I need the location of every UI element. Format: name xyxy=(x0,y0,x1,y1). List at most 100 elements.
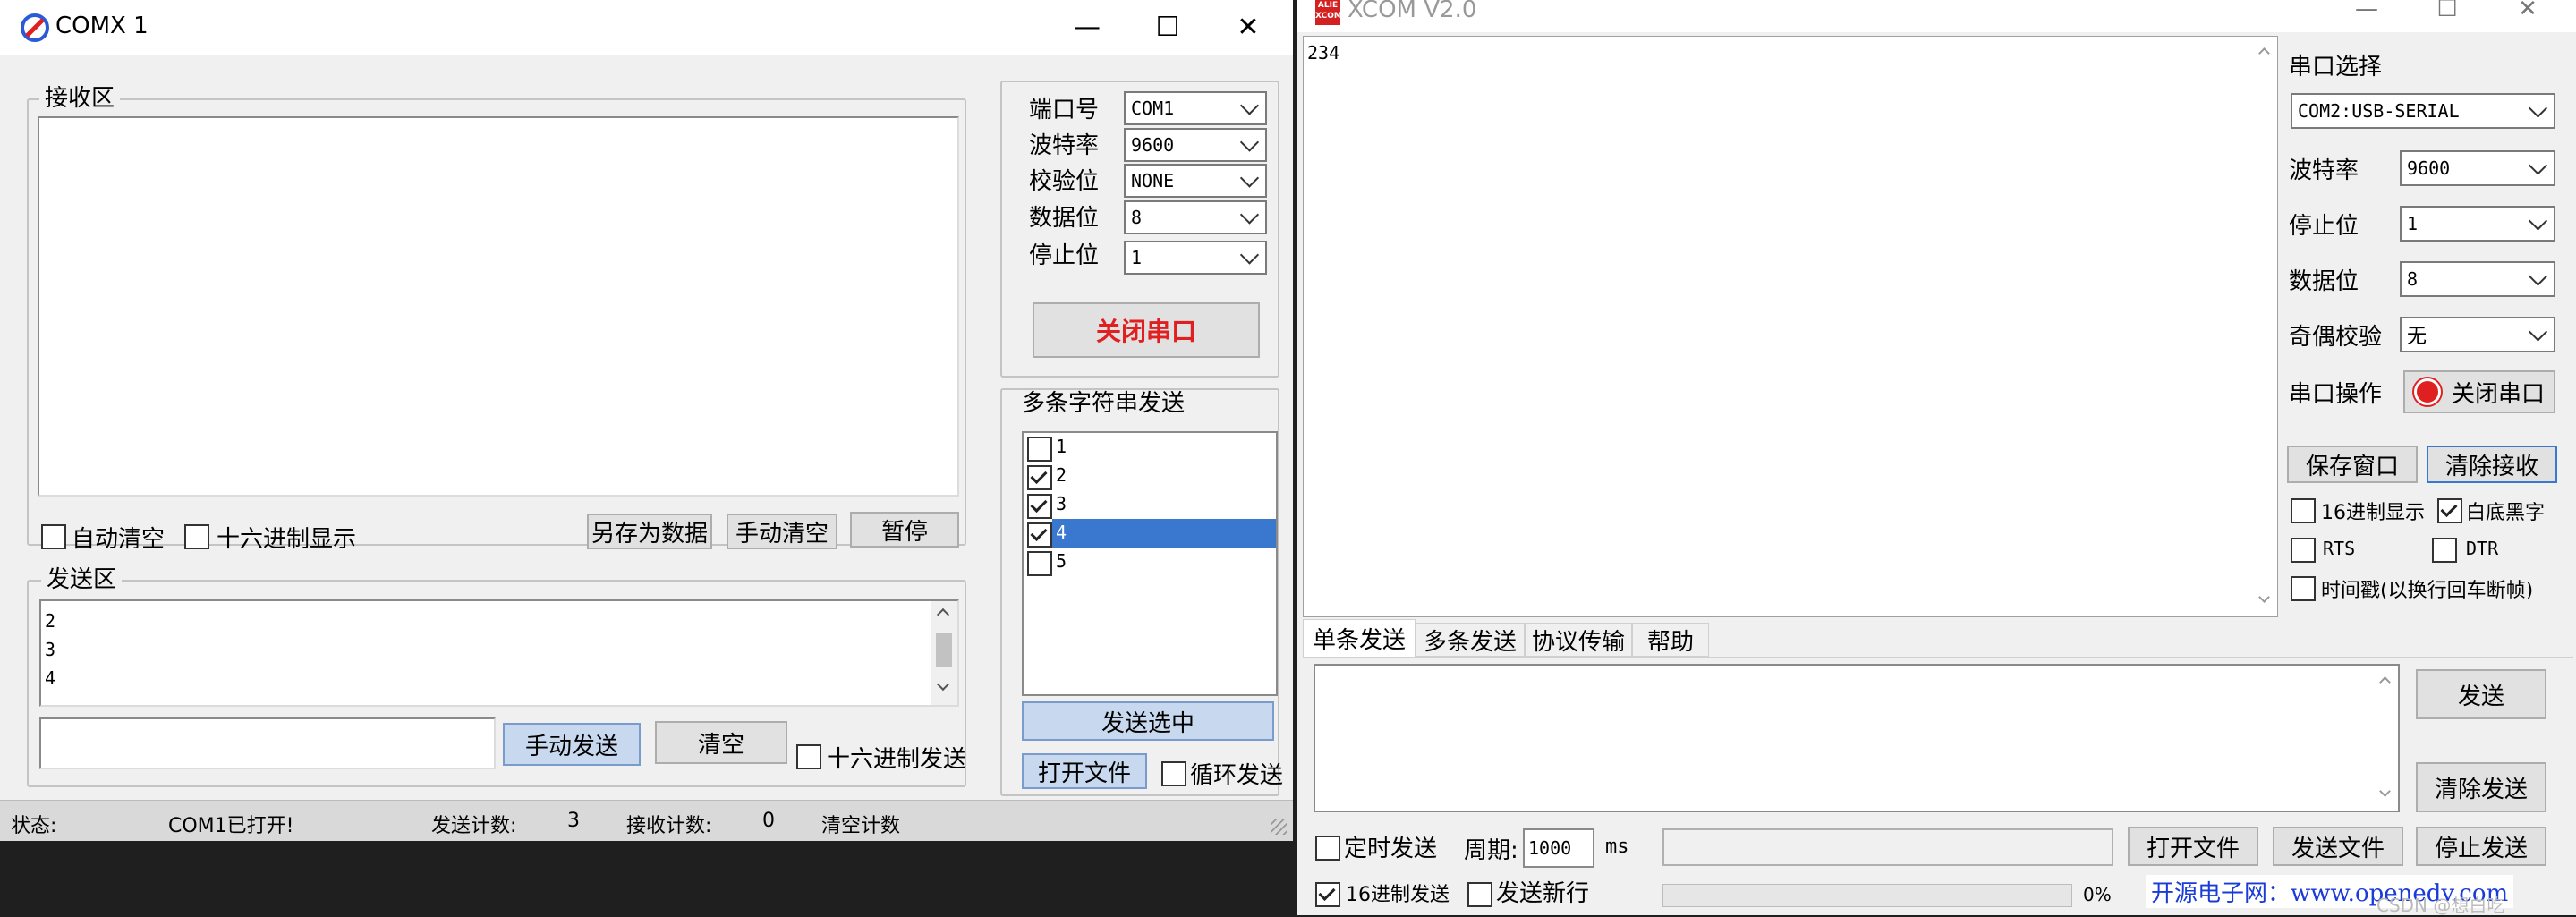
hex-send-checkbox[interactable] xyxy=(796,744,821,769)
timed-send-checkbox[interactable] xyxy=(1315,836,1340,861)
item-checkbox[interactable] xyxy=(1027,551,1052,576)
scroll-thumb[interactable] xyxy=(936,633,952,667)
white-black-label: 白底黑字 xyxy=(2466,502,2546,524)
rts-label: RTS xyxy=(2323,538,2356,559)
close-button[interactable]: ✕ xyxy=(2496,0,2559,25)
list-item[interactable]: 3 xyxy=(1024,490,1276,519)
status-label: 状态: xyxy=(11,815,57,837)
databits-label: 数据位 xyxy=(1029,205,1100,232)
scroll-up-icon[interactable] xyxy=(2379,676,2391,688)
port-label: 端口号 xyxy=(1029,97,1100,123)
open-file-button[interactable]: 打开文件 xyxy=(2128,827,2258,866)
period-unit: ms xyxy=(1605,836,1629,858)
send-textarea[interactable]: 2 3 4 xyxy=(39,599,959,707)
loop-send-checkbox[interactable] xyxy=(1161,761,1186,786)
scroll-down-icon[interactable] xyxy=(936,677,950,692)
close-port-button[interactable]: 关闭串口 xyxy=(1033,302,1260,358)
manual-send-input[interactable] xyxy=(39,717,496,769)
period-input[interactable]: 1000 xyxy=(1523,828,1594,868)
send-line: 2 xyxy=(45,610,56,632)
multi-send-list[interactable]: 1 2 3 4 5 xyxy=(1022,431,1278,696)
maximize-button[interactable]: ☐ xyxy=(2416,0,2478,25)
stopbits-select[interactable]: 1 xyxy=(1124,241,1267,275)
item-checkbox[interactable] xyxy=(1027,494,1052,519)
minimize-button[interactable]: — xyxy=(1056,7,1118,47)
clear-count-button[interactable]: 清空计数 xyxy=(821,810,900,838)
send-scrollbar[interactable] xyxy=(931,601,957,705)
tab-help[interactable]: 帮助 xyxy=(1632,623,1709,657)
send-group-label: 发送区 xyxy=(41,566,123,593)
list-item[interactable]: 5 xyxy=(1024,548,1276,576)
stopbits-label: 停止位 xyxy=(1029,242,1100,269)
save-window-button[interactable]: 保存窗口 xyxy=(2287,446,2418,483)
list-item[interactable]: 1 xyxy=(1024,433,1276,462)
auto-clear-checkbox[interactable] xyxy=(41,524,66,549)
minimize-button[interactable]: — xyxy=(2335,0,2398,25)
manual-send-button[interactable]: 手动发送 xyxy=(503,723,641,766)
databits-value: 8 xyxy=(2407,268,2419,290)
port-select[interactable]: COM1 xyxy=(1124,91,1267,125)
baud-select[interactable]: 9600 xyxy=(1124,128,1267,162)
xcom-send-textarea[interactable] xyxy=(1314,664,2400,812)
tab-protocol[interactable]: 协议传输 xyxy=(1525,623,1632,657)
parity-select[interactable]: 无 xyxy=(2400,317,2555,352)
xcom-window: ALIE XCOM XCOM V2.0 — ☐ ✕ 234 串口选择 COM2:… xyxy=(1297,0,2576,916)
status-bar: 状态: COM1已打开! 发送计数: 3 接收计数: 0 清空计数 xyxy=(0,800,1293,841)
xcom-receive-area[interactable]: 234 xyxy=(1303,36,2278,617)
list-item[interactable]: 2 xyxy=(1024,462,1276,490)
pause-button[interactable]: 暂停 xyxy=(850,512,959,548)
tab-single-send[interactable]: 单条发送 xyxy=(1303,619,1416,657)
save-as-data-button[interactable]: 另存为数据 xyxy=(587,514,712,549)
databits-select[interactable]: 8 xyxy=(2400,261,2555,297)
stopbits-select[interactable]: 1 xyxy=(2400,206,2555,242)
xcom-close-port-button[interactable]: 关闭串口 xyxy=(2403,370,2555,413)
send-file-button[interactable]: 发送文件 xyxy=(2273,827,2403,866)
close-port-label: 关闭串口 xyxy=(2452,380,2546,408)
timed-send-label: 定时发送 xyxy=(1344,836,1438,862)
file-path-input[interactable] xyxy=(1662,828,2113,866)
parity-value: 无 xyxy=(2407,326,2427,348)
list-item-selected[interactable]: 4 xyxy=(1024,519,1276,548)
stop-send-button[interactable]: 停止发送 xyxy=(2416,827,2546,866)
dtr-checkbox[interactable] xyxy=(2432,538,2457,563)
xcom-titlebar[interactable]: ALIE XCOM XCOM V2.0 — ☐ ✕ xyxy=(1297,0,2576,32)
open-file-button[interactable]: 打开文件 xyxy=(1022,753,1147,789)
close-button[interactable]: ✕ xyxy=(1217,7,1279,47)
maximize-button[interactable]: ☐ xyxy=(1136,7,1199,47)
receive-scrollbar[interactable] xyxy=(2252,37,2277,616)
send-line: 3 xyxy=(45,639,56,660)
port-select[interactable]: COM2:USB-SERIAL xyxy=(2291,93,2555,129)
port-select-label: 串口选择 xyxy=(2289,54,2383,81)
baud-select[interactable]: 9600 xyxy=(2400,150,2555,186)
chevron-down-icon xyxy=(1239,132,1260,152)
send-button[interactable]: 发送 xyxy=(2416,669,2546,719)
parity-select[interactable]: NONE xyxy=(1124,164,1267,198)
clear-receive-button[interactable]: 清除接收 xyxy=(2427,446,2557,483)
timestamp-checkbox[interactable] xyxy=(2291,576,2316,601)
item-checkbox[interactable] xyxy=(1027,522,1052,548)
rts-checkbox[interactable] xyxy=(2291,538,2316,563)
send-newline-checkbox[interactable] xyxy=(1467,882,1492,907)
receive-textarea[interactable] xyxy=(38,116,959,497)
manual-clear-button[interactable]: 手动清空 xyxy=(727,514,837,549)
hex-display-checkbox[interactable] xyxy=(184,524,209,549)
clear-send-button[interactable]: 清除发送 xyxy=(2416,762,2546,812)
databits-select[interactable]: 8 xyxy=(1124,200,1267,234)
comx-titlebar[interactable]: COMX 1 — ☐ ✕ xyxy=(0,0,1293,55)
tab-multi-send[interactable]: 多条发送 xyxy=(1416,623,1525,657)
progress-label: 0% xyxy=(2083,884,2112,905)
item-checkbox[interactable] xyxy=(1027,465,1052,490)
scroll-down-icon[interactable] xyxy=(2379,785,2391,797)
scroll-up-icon[interactable] xyxy=(936,607,950,622)
send-scrollbar[interactable] xyxy=(2373,666,2398,811)
white-black-checkbox[interactable] xyxy=(2437,498,2462,523)
scroll-down-icon[interactable] xyxy=(2258,591,2270,603)
hex-display-checkbox[interactable] xyxy=(2291,498,2316,523)
chevron-down-icon xyxy=(2528,322,2548,342)
item-checkbox[interactable] xyxy=(1027,437,1052,462)
resize-grip-icon[interactable] xyxy=(1271,819,1287,835)
clear-send-button[interactable]: 清空 xyxy=(655,721,787,764)
scroll-up-icon[interactable] xyxy=(2258,47,2270,59)
send-selected-button[interactable]: 发送选中 xyxy=(1022,701,1274,741)
hex-send-checkbox[interactable] xyxy=(1315,882,1340,907)
